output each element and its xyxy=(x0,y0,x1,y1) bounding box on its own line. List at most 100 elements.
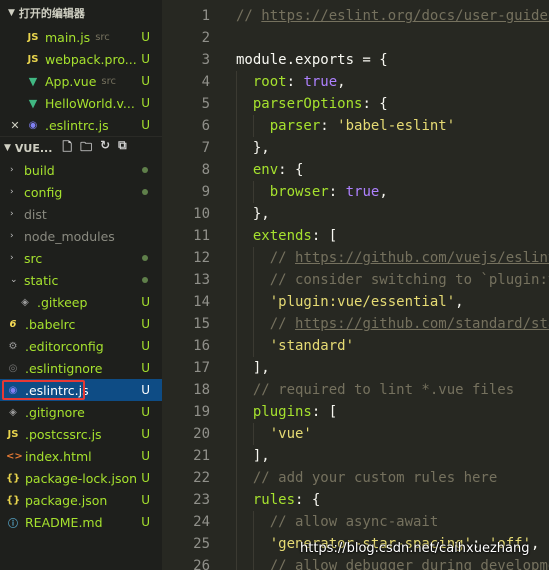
code-link[interactable]: https://github.com/standard/standard xyxy=(295,316,549,332)
tree-folder[interactable]: › src xyxy=(0,247,162,269)
chevron-down-icon: ⌄ xyxy=(10,275,18,285)
tree-file[interactable]: JS .postcssrc.js U xyxy=(0,423,162,445)
tree-file[interactable]: ⓘ README.md U xyxy=(0,511,162,533)
tree-folder[interactable]: › build xyxy=(0,159,162,181)
open-editor-item[interactable]: JS webpack.pro... U xyxy=(0,48,162,70)
tree-item-label: node_modules xyxy=(24,228,115,244)
file-type-icon: {} xyxy=(6,494,21,506)
line-number: 10 xyxy=(193,206,210,222)
code-token: extends xyxy=(252,228,312,244)
code-token: 'standard' xyxy=(269,338,355,354)
code-token: }, xyxy=(252,140,270,156)
indent-guide xyxy=(252,555,254,570)
git-status-badge: U xyxy=(141,427,150,441)
line-number: 19 xyxy=(193,404,210,420)
code-token: : { xyxy=(362,96,388,112)
tree-folder[interactable]: › config xyxy=(0,181,162,203)
code-line[interactable]: extends: [ xyxy=(253,225,337,247)
code-line[interactable]: ], xyxy=(253,445,270,467)
tree-folder[interactable]: › dist xyxy=(0,203,162,225)
line-number: 8 xyxy=(201,162,210,178)
code-line[interactable]: ], xyxy=(253,357,270,379)
code-line[interactable]: rules: { xyxy=(253,489,320,511)
tree-file[interactable]: ◈ .gitignore U xyxy=(0,401,162,423)
code-line[interactable]: // required to lint *.vue files xyxy=(253,379,514,401)
code-link[interactable]: https://eslint.org/docs/user-guide/confi… xyxy=(261,8,549,24)
code-token: // xyxy=(236,8,262,24)
tree-file[interactable]: {} package.json U xyxy=(0,489,162,511)
indent-guide xyxy=(252,181,254,203)
tree-folder[interactable]: ⌄ static xyxy=(0,269,162,291)
tree-file[interactable]: ◉ .eslintrc.js U xyxy=(0,379,162,401)
code-line[interactable]: // https://eslint.org/docs/user-guide/co… xyxy=(236,5,549,27)
indent-guide xyxy=(252,533,254,555)
tree-item-label: .eslintrc.js xyxy=(25,382,89,398)
code-token: , xyxy=(455,294,464,310)
chevron-right-icon: › xyxy=(10,187,14,197)
code-line[interactable]: }, xyxy=(253,137,270,159)
tree-file[interactable]: {} package-lock.json U xyxy=(0,467,162,489)
code-line[interactable]: // https://github.com/vuejs/eslint-plugi… xyxy=(270,247,549,269)
file-name: App.vue xyxy=(45,73,97,89)
new-file-icon[interactable]: 🗋 xyxy=(62,138,72,159)
code-line[interactable]: // https://github.com/standard/standard xyxy=(270,313,549,335)
tree-file[interactable]: <> index.html U xyxy=(0,445,162,467)
tree-file[interactable]: ◈ .gitkeep U xyxy=(0,291,162,313)
file-type-icon: JS xyxy=(27,53,39,65)
tree-item-label: .eslintignore xyxy=(25,360,103,376)
code-token: }, xyxy=(252,206,270,222)
git-status-badge: U xyxy=(141,449,150,463)
code-line[interactable]: parser: 'babel-eslint' xyxy=(270,115,455,137)
open-editor-item[interactable]: ✕ ◉ .eslintrc.js U xyxy=(0,114,162,136)
code-line[interactable]: env: { xyxy=(253,159,304,181)
code-editor[interactable]: 1 // https://eslint.org/docs/user-guide/c… xyxy=(162,0,549,570)
code-line[interactable]: // allow async-await xyxy=(270,511,439,533)
code-line[interactable]: 'plugin:vue/essential', xyxy=(270,291,464,313)
open-editor-item[interactable]: ▼ App.vue src U xyxy=(0,70,162,92)
code-line[interactable]: module.exports = { xyxy=(236,49,388,71)
code-line[interactable]: 'standard' xyxy=(270,335,354,357)
tree-file[interactable]: ⚙ .editorconfig U xyxy=(0,335,162,357)
code-token: // xyxy=(269,316,296,332)
tree-file[interactable]: 6 .babelrc U xyxy=(0,313,162,335)
code-link[interactable]: https://github.com/vuejs/eslint-plugin-v… xyxy=(295,250,549,266)
code-token: 'plugin:vue/essential' xyxy=(269,294,456,310)
file-type-icon: JS xyxy=(7,428,19,440)
indent-guide xyxy=(236,137,237,159)
code-line[interactable]: plugins: [ xyxy=(253,401,337,423)
code-line[interactable]: root: true, xyxy=(253,71,346,93)
git-status-badge: U xyxy=(141,74,150,88)
modified-dot-icon xyxy=(142,189,148,195)
new-folder-icon[interactable]: 🗀 xyxy=(80,138,92,159)
tree-file[interactable]: ◎ .eslintignore U xyxy=(0,357,162,379)
code-line[interactable]: // allow debugger during development xyxy=(270,555,549,570)
refresh-icon[interactable]: ↻ xyxy=(100,138,110,159)
open-editor-item[interactable]: ▼ HelloWorld.v... U xyxy=(0,92,162,114)
indent-guide xyxy=(236,181,237,203)
code-line[interactable]: }, xyxy=(253,203,270,225)
chevron-right-icon: › xyxy=(10,209,14,219)
file-folder-desc: src xyxy=(101,75,117,87)
line-number: 16 xyxy=(193,338,210,354)
project-header[interactable]: ▼ VUE... 🗋 🗀 ↻ ⧉ xyxy=(0,136,162,159)
tree-folder[interactable]: › node_modules xyxy=(0,225,162,247)
chevron-right-icon: › xyxy=(10,253,14,263)
code-line[interactable]: // add your custom rules here xyxy=(253,467,497,489)
indent-guide xyxy=(236,555,237,570)
open-editor-item[interactable]: JS main.js src U xyxy=(0,26,162,48)
file-type-icon: ▼ xyxy=(28,96,38,110)
tree-item-label: .gitkeep xyxy=(37,294,88,310)
tree-item-label: package-lock.json xyxy=(25,470,138,486)
code-token: : [ xyxy=(311,404,338,420)
code-token: ], xyxy=(252,448,270,464)
collapse-all-icon[interactable]: ⧉ xyxy=(118,138,127,159)
code-line[interactable]: parserOptions: { xyxy=(253,93,388,115)
chevron-down-icon: ▼ xyxy=(8,8,15,18)
code-line[interactable]: 'vue' xyxy=(270,423,312,445)
code-token: parser xyxy=(269,118,321,134)
code-line[interactable]: // consider switching to `plugin:vue/str… xyxy=(270,269,549,291)
open-editors-header[interactable]: ▼ 打开的编辑器 xyxy=(0,0,162,26)
close-icon[interactable]: ✕ xyxy=(8,119,22,132)
code-line[interactable]: browser: true, xyxy=(270,181,388,203)
indent-guide xyxy=(236,313,237,335)
